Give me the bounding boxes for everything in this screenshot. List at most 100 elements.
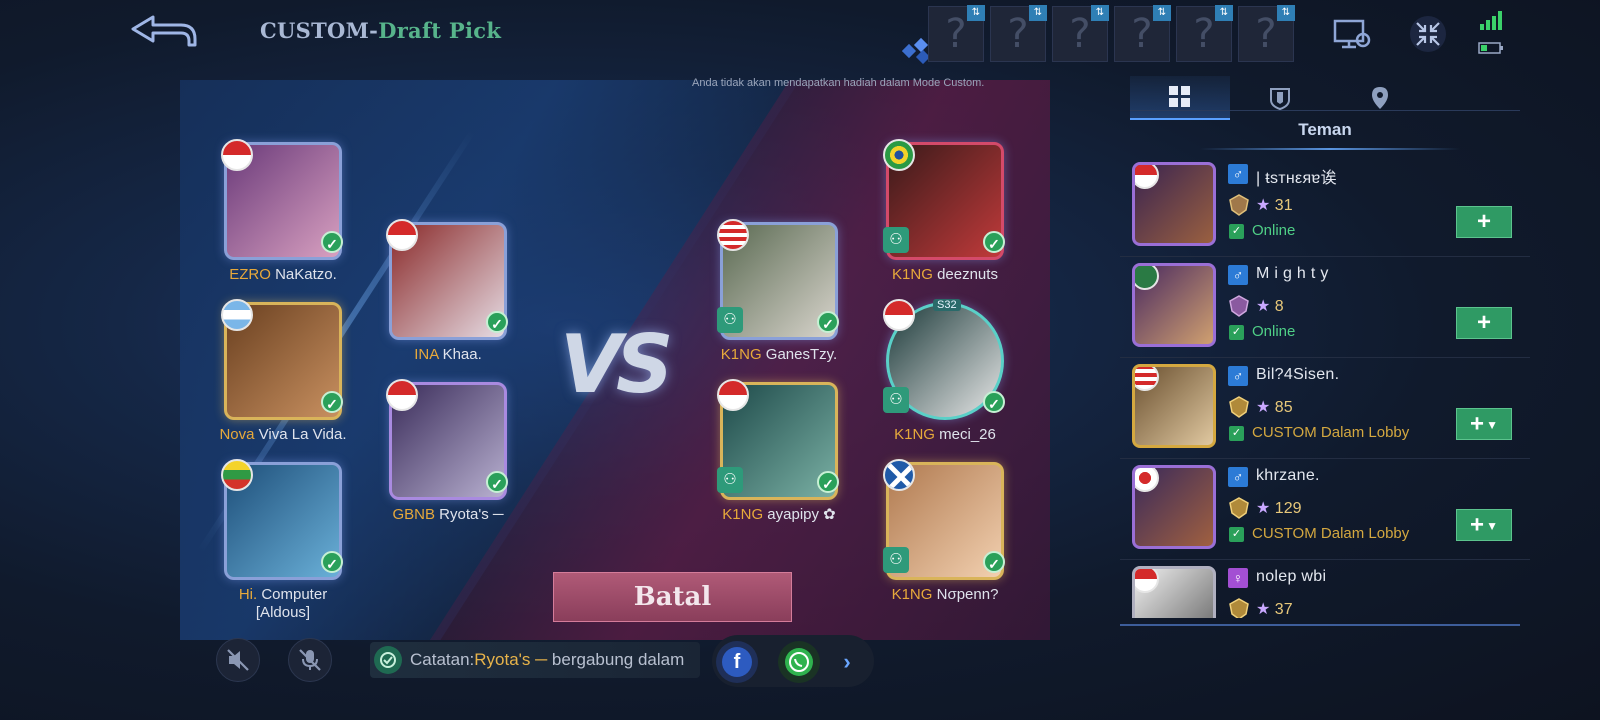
signal-battery-indicator bbox=[1478, 10, 1504, 55]
friend-icon: ⚇ bbox=[883, 387, 909, 413]
ban-slots: ? ⇅ ? ⇅ ? ⇅ ? ⇅ ? ⇅ ? ⇅ bbox=[928, 5, 1295, 62]
grid-icon bbox=[1169, 86, 1190, 107]
avatar: ✓ bbox=[221, 139, 343, 260]
avatar: S32 ⚇ ✓ bbox=[883, 299, 1005, 420]
signal-icon bbox=[1480, 11, 1502, 30]
battery-icon bbox=[1478, 42, 1503, 54]
player-name: GBNB Ryota's ─ bbox=[392, 506, 504, 523]
flag-indonesia-icon bbox=[717, 379, 749, 411]
avatar: ✓ bbox=[221, 459, 343, 580]
ban-slot[interactable]: ? ⇅ bbox=[1114, 5, 1171, 62]
tab-friends[interactable] bbox=[1130, 76, 1230, 120]
flag-scotland-icon bbox=[883, 459, 915, 491]
ready-check-icon: ✓ bbox=[486, 471, 508, 493]
friend-status: Online bbox=[1252, 222, 1296, 239]
ban-slot[interactable]: ? ⇅ bbox=[1052, 5, 1109, 62]
facebook-icon: f bbox=[722, 647, 752, 677]
star-icon: ★ bbox=[1256, 500, 1271, 517]
flag-indonesia-icon bbox=[883, 299, 915, 331]
female-icon: ♀ bbox=[1228, 568, 1248, 588]
ban-slot[interactable]: ? ⇅ bbox=[1176, 5, 1233, 62]
player-name: EZRO NaKatzo. bbox=[229, 266, 337, 283]
red-player-1[interactable]: ⚇ ✓ K1NG GanesTzy. bbox=[704, 219, 854, 364]
list-item[interactable]: ♂ | ŧsтнεяɐ诶 ★ 31 ✓ Online + bbox=[1120, 156, 1530, 257]
invite-dropdown-button[interactable]: + ▼ bbox=[1456, 509, 1512, 541]
back-arrow-icon bbox=[131, 15, 197, 47]
invite-dropdown-button[interactable]: + ▼ bbox=[1456, 408, 1512, 440]
flag-indonesia-icon bbox=[1135, 569, 1159, 593]
blue-player-4[interactable]: ✓ INA Khaa. bbox=[373, 219, 523, 364]
avatar bbox=[1132, 364, 1216, 448]
add-friend-button[interactable]: + bbox=[1456, 307, 1512, 339]
back-button[interactable] bbox=[120, 8, 206, 54]
avatar: ⚇ ✓ bbox=[717, 379, 839, 500]
divider bbox=[1130, 110, 1520, 111]
player-name: K1NG GanesTzy. bbox=[720, 346, 838, 363]
cancel-button[interactable]: Batal bbox=[553, 572, 792, 622]
ban-slot[interactable]: ? ⇅ bbox=[1238, 5, 1295, 62]
flag-malaysia-icon bbox=[717, 219, 749, 251]
player-name: Hi. Computer [Aldous] bbox=[238, 586, 328, 621]
flag-japan-icon bbox=[1135, 468, 1159, 492]
flag-saudi-icon bbox=[1135, 266, 1159, 290]
flag-indonesia-icon bbox=[386, 219, 418, 251]
avatar bbox=[1132, 263, 1216, 347]
share-more-button[interactable]: › bbox=[826, 641, 868, 683]
mute-speaker-button[interactable] bbox=[216, 638, 260, 682]
invite-screen-button[interactable] bbox=[1330, 12, 1374, 56]
chat-note-text: Catatan:Ryota's ─ bergabung dalam bbox=[410, 650, 685, 669]
friend-name: | ŧsтнεяɐ诶 bbox=[1256, 170, 1337, 187]
ban-slot[interactable]: ? ⇅ bbox=[928, 5, 985, 62]
blue-player-3[interactable]: ✓ Hi. Computer [Aldous] bbox=[208, 459, 358, 622]
red-player-3[interactable]: ⚇ ✓ K1NG deeznuts bbox=[870, 139, 1020, 284]
flag-argentina-icon bbox=[221, 299, 253, 331]
blue-player-1[interactable]: ✓ EZRO NaKatzo. bbox=[208, 139, 358, 284]
location-icon bbox=[1372, 87, 1388, 109]
chat-icon bbox=[374, 646, 402, 674]
chat-note-bar[interactable]: Catatan:Ryota's ─ bergabung dalam bbox=[370, 642, 700, 678]
flag-indonesia-icon bbox=[1135, 165, 1159, 189]
ready-check-icon: ✓ bbox=[817, 471, 839, 493]
whatsapp-share-button[interactable] bbox=[778, 641, 820, 683]
tab-squad[interactable] bbox=[1230, 76, 1330, 120]
player-name: INA Khaa. bbox=[414, 346, 482, 363]
add-friend-button[interactable]: + bbox=[1456, 206, 1512, 238]
avatar bbox=[1132, 566, 1216, 618]
list-item[interactable]: ♂ M i g h t y ★ 8 ✓ Online + bbox=[1120, 257, 1530, 358]
red-player-2[interactable]: ⚇ ✓ K1NG ayapipy ✿ bbox=[704, 379, 854, 524]
custom-mode-notice: Anda tidak akan mendapatkan hadiah dalam… bbox=[692, 77, 985, 89]
red-player-4[interactable]: S32 ⚇ ✓ K1NG meci_26 bbox=[870, 299, 1020, 444]
friend-name: khrzane. bbox=[1256, 467, 1320, 484]
ready-check-icon: ✓ bbox=[983, 551, 1005, 573]
avatar: ✓ bbox=[386, 219, 508, 340]
panel-title: Teman bbox=[1298, 120, 1352, 139]
red-player-5[interactable]: ⚇ ✓ K1NG Nσpenn? bbox=[870, 459, 1020, 604]
avatar: ✓ bbox=[221, 299, 343, 420]
list-item[interactable]: ♂ Bil?4Sisen. ★ 85 ✓ CUSTOM Dalam Lobby … bbox=[1120, 358, 1530, 459]
star-count: ★ 129 bbox=[1256, 500, 1302, 517]
season-badge: S32 bbox=[933, 299, 961, 311]
ban-slot[interactable]: ? ⇅ bbox=[990, 5, 1047, 62]
friend-icon: ⚇ bbox=[883, 227, 909, 253]
friend-icon: ⚇ bbox=[717, 467, 743, 493]
mute-mic-button[interactable] bbox=[288, 638, 332, 682]
ready-check-icon: ✓ bbox=[321, 231, 343, 253]
blue-player-5[interactable]: ✓ GBNB Ryota's ─ bbox=[373, 379, 523, 524]
star-count: ★ 31 bbox=[1256, 197, 1293, 214]
blue-player-2[interactable]: ✓ Nova Viva La Vida. bbox=[208, 299, 358, 444]
minimize-button[interactable] bbox=[1406, 12, 1450, 56]
star-count: ★ 8 bbox=[1256, 298, 1284, 315]
ready-check-icon: ✓ bbox=[486, 311, 508, 333]
friend-name: M i g h t y bbox=[1256, 265, 1329, 282]
facebook-share-button[interactable]: f bbox=[716, 641, 758, 683]
title-prefix: CUSTOM- bbox=[260, 18, 379, 43]
title-underline bbox=[1200, 148, 1460, 150]
friend-status: Online bbox=[1252, 323, 1296, 340]
list-item[interactable]: ♀ nolep wbi ★ 37 bbox=[1120, 560, 1530, 618]
tab-nearby[interactable] bbox=[1330, 76, 1430, 120]
avatar: ⚇ ✓ bbox=[883, 459, 1005, 580]
list-item[interactable]: ♂ khrzane. ★ 129 ✓ CUSTOM Dalam Lobby + ▼ bbox=[1120, 459, 1530, 560]
rank-badge-icon bbox=[1229, 396, 1249, 418]
swap-icon: ⇅ bbox=[967, 5, 985, 21]
ready-check-icon: ✓ bbox=[321, 551, 343, 573]
